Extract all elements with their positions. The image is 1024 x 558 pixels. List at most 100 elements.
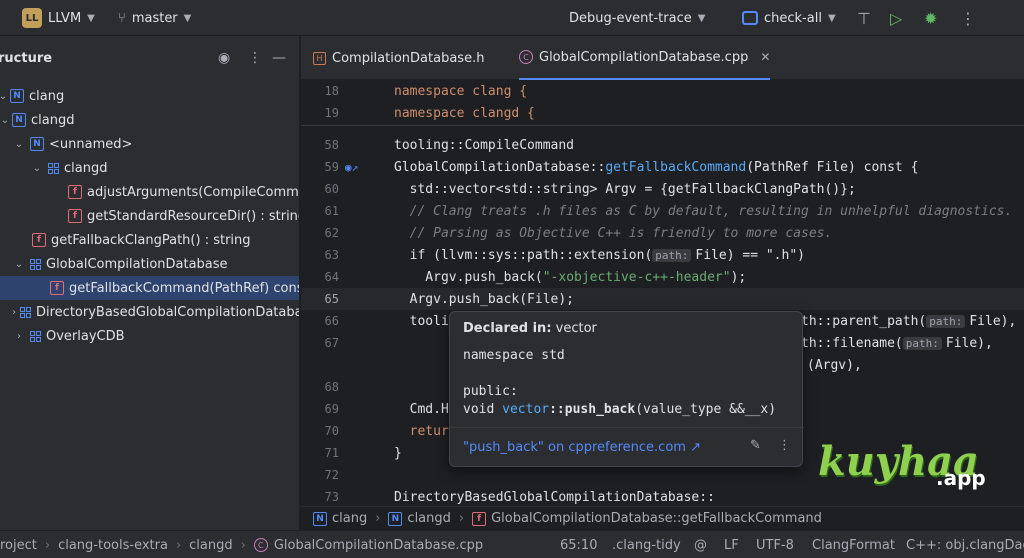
breadcrumb-item[interactable]: N clangd (388, 511, 451, 526)
status-path-item[interactable]: roject (0, 538, 37, 553)
more-actions-icon[interactable]: ⋮ (960, 0, 976, 36)
chevron-down-icon: ⌄ (14, 138, 24, 150)
code-text: GlobalCompilationDatabase::getFallbackCo… (394, 159, 919, 175)
tree-item-label: clangd (64, 160, 108, 176)
minimize-icon[interactable]: — (272, 50, 286, 66)
tree-item-global-compilation-database[interactable]: ⌄ GlobalCompilationDatabase (0, 252, 299, 276)
caret-position[interactable]: 65:10 (560, 531, 597, 558)
tree-item-get-standard-resource-dir[interactable]: f getStandardResourceDir() : string (0, 204, 299, 228)
breadcrumb: N clang › N clangd › f GlobalCompilation… (301, 506, 1024, 530)
edit-icon[interactable]: ✎ (750, 438, 761, 453)
line-number: 67 (324, 336, 339, 350)
tab-global-compilation-database-cpp[interactable]: C GlobalCompilationDatabase.cpp ✕ (519, 36, 771, 80)
class-icon (48, 162, 59, 174)
project-selector[interactable]: LL LLVM ▼ (22, 0, 95, 36)
code-line: 59 ◉↗ GlobalCompilationDatabase::getFall… (301, 156, 1024, 178)
breadcrumb-item[interactable]: f GlobalCompilationDatabase::getFallback… (472, 511, 822, 526)
chevron-right-icon: › (175, 537, 182, 553)
current-code-line: 65 Argv.push_back(File); (301, 288, 1024, 310)
tab-label: CompilationDatabase.h (332, 50, 485, 66)
code-text: Argv.push_back(File); (394, 291, 575, 307)
tree-item-overlay-cdb[interactable]: › OverlayCDB (0, 324, 299, 348)
target-selector[interactable]: check-all ▼ (742, 0, 836, 36)
breadcrumb-item[interactable]: N clang (313, 511, 367, 526)
language-context[interactable]: C++: obj.clangDae (906, 531, 1024, 558)
cppreference-link[interactable]: "push_back" on cppreference.com ↗ (463, 440, 701, 455)
tree-item-adjust-arguments[interactable]: f adjustArguments(CompileComman (0, 180, 299, 204)
file-encoding[interactable]: UTF-8 (756, 531, 794, 558)
more-options-icon[interactable]: ⋮ (248, 50, 262, 66)
doc-access: public: (463, 384, 518, 399)
target-label: check-all (764, 10, 822, 26)
line-number: 72 (324, 468, 339, 482)
run-config-selector[interactable]: Debug-event-trace ▼ (569, 0, 705, 36)
class-icon (30, 330, 41, 342)
vcs-icon[interactable]: @ (694, 531, 707, 558)
run-config-label: Debug-event-trace (569, 10, 692, 26)
editor-tabs: H CompilationDatabase.h C GlobalCompilat… (301, 36, 1024, 80)
code-text: namespace clang { (394, 83, 528, 99)
clang-tidy-status[interactable]: .clang-tidy (612, 531, 681, 558)
chevron-down-icon: ▼ (827, 12, 836, 24)
close-icon[interactable]: ✕ (760, 50, 770, 64)
code-line: 61 // Clang treats .h files as C by defa… (301, 200, 1024, 222)
namespace-icon: N (30, 137, 44, 151)
tree-item-directory-based-cdb[interactable]: › DirectoryBasedGlobalCompilationDataba (0, 300, 299, 324)
chevron-down-icon: ⌄ (32, 162, 42, 174)
code-text: if (llvm::sys::path::extension(path: File… (394, 247, 805, 263)
chevron-right-icon: › (458, 511, 465, 526)
tree-item-label: <unnamed> (49, 136, 133, 152)
structure-header: ructure ◉ ⋮ — (0, 36, 299, 80)
tree-item-clangd-inner[interactable]: ⌄ clangd (0, 156, 299, 180)
chevron-right-icon: › (17, 330, 21, 342)
tree-item-get-fallback-clang-path[interactable]: f getFallbackClangPath() : string (0, 228, 299, 252)
function-icon: f (50, 281, 64, 295)
code-text: std::vector<std::string> Argv = {getFall… (394, 181, 856, 197)
code-text: th::filename(path: File), (801, 335, 993, 351)
target-icon (742, 11, 758, 25)
tree-item-clangd[interactable]: ⌄ N clangd (0, 108, 299, 132)
run-icon[interactable]: ▷ (890, 0, 902, 36)
more-options-icon[interactable]: ⋮ (778, 438, 791, 453)
code-line: 63 if (llvm::sys::path::extension(path: F… (301, 244, 1024, 266)
structure-panel: ructure ◉ ⋮ — ⌄ N clang ⌄ N clangd ⌄ N <… (0, 36, 300, 530)
status-path-item[interactable]: GlobalCompilationDatabase.cpp (274, 538, 483, 553)
status-path-item[interactable]: clangd (189, 538, 232, 553)
class-icon (30, 258, 41, 270)
branch-icon: ⑂ (118, 10, 126, 26)
project-name: LLVM (48, 10, 82, 26)
formatter-status[interactable]: ClangFormat (812, 531, 895, 558)
code-comment: // Clang treats .h files as C by default… (394, 203, 1013, 219)
eye-icon[interactable]: ◉ (218, 50, 230, 66)
quick-documentation-popup: Declared in: vector namespace std public… (449, 311, 804, 467)
chevron-down-icon: ⌄ (14, 258, 24, 270)
chevron-down-icon: ▼ (87, 12, 95, 24)
folded-region-divider (301, 125, 1024, 126)
tree-item-clang[interactable]: ⌄ N clang (0, 84, 299, 108)
watermark-logo: kuyhaa .app (818, 438, 1008, 504)
code-text: tooli (394, 313, 449, 329)
function-icon: f (68, 209, 82, 223)
code-comment: // Parsing as Objective C++ is friendly … (394, 225, 833, 241)
override-gutter-icon[interactable]: ◉↗ (345, 161, 358, 174)
tree-item-label: clangd (31, 112, 75, 128)
chevron-right-icon: › (12, 306, 16, 318)
line-number: 64 (324, 270, 339, 284)
build-icon[interactable]: ⊤ (857, 0, 871, 36)
line-number: 63 (324, 248, 339, 262)
tree-item-unnamed[interactable]: ⌄ N <unnamed> (0, 132, 299, 156)
branch-selector[interactable]: ⑂ master ▼ (118, 0, 191, 36)
tree-item-get-fallback-command[interactable]: f getFallbackCommand(PathRef) const (0, 276, 299, 300)
popup-divider (450, 427, 804, 428)
line-number: 62 (324, 226, 339, 240)
status-path-item[interactable]: clang-tools-extra (58, 538, 168, 553)
code-line: 58 tooling::CompileCommand (301, 134, 1024, 156)
namespace-icon: N (12, 113, 26, 127)
namespace-icon: N (313, 511, 327, 526)
code-line: 19 namespace clangd { (301, 102, 1024, 124)
tree-item-label: clang (29, 88, 65, 104)
tab-compilation-database-h[interactable]: H CompilationDatabase.h (313, 36, 484, 80)
line-separator[interactable]: LF (724, 531, 739, 558)
tab-label: GlobalCompilationDatabase.cpp (539, 49, 749, 65)
debug-icon[interactable]: ✹ (924, 0, 937, 36)
